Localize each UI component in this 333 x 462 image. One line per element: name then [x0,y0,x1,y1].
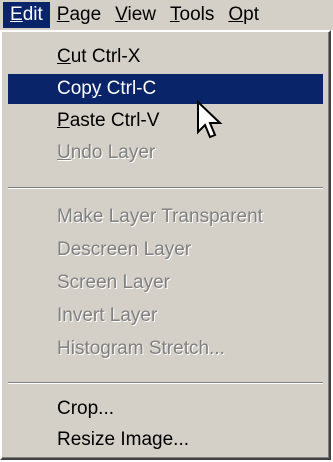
menu-item-cut[interactable]: Cut Ctrl-X [8,42,323,72]
undo-accel: U [57,142,71,163]
menu-tools[interactable]: Tools [163,2,221,28]
menu-item-resize-image[interactable]: Resize Image... [8,425,323,455]
menu-tools-label: ools [179,4,215,25]
menu-view-accel: V [115,4,128,25]
menu-edit-label: dit [22,4,43,25]
menu-page-label: age [69,4,102,25]
menu-item-paste[interactable]: Paste Ctrl-V [8,106,323,136]
menu-view[interactable]: View [108,2,163,28]
menu-bar: Edit Page View Tools Opt [0,0,333,30]
menu-page-accel: P [56,4,70,25]
menu-item-make-layer-transparent: Make Layer Transparent [57,206,263,227]
menu-edit-accel: E [10,4,23,25]
menu-edit[interactable]: Edit [3,2,50,28]
edit-dropdown-menu: Cut Ctrl-X Copy Ctrl-C Paste Ctrl-V Undo… [0,30,331,460]
menu-separator-2 [8,382,323,384]
menu-item-descreen-layer: Descreen Layer [57,239,192,260]
paste-post: aste Ctrl-V [69,110,160,131]
arrow-cursor-icon [197,100,223,139]
menu-view-label: iew [127,4,157,25]
copy-accel: y [91,78,102,99]
menu-options-accel: O [228,4,244,25]
cut-post: ut Ctrl-X [70,46,141,67]
menu-options[interactable]: Opt [221,2,266,28]
undo-post: ndo Layer [70,142,156,163]
menu-tools-accel: T [170,4,180,25]
copy-pre: Cop [57,78,92,99]
paste-accel: P [57,110,70,131]
menu-item-crop[interactable]: Crop... [8,394,323,424]
copy-post: Ctrl-C [101,78,157,99]
menu-item-undo-layer: Undo Layer [8,138,323,168]
cut-accel: C [57,46,71,67]
menu-options-label: pt [243,4,260,25]
menu-item-invert-layer: Invert Layer [57,305,158,326]
menu-page[interactable]: Page [50,2,108,28]
menu-item-histogram-stretch: Histogram Stretch... [57,338,225,359]
menu-separator-1 [8,187,323,189]
menu-item-screen-layer: Screen Layer [57,272,171,293]
menu-item-copy[interactable]: Copy Ctrl-C [8,74,323,104]
